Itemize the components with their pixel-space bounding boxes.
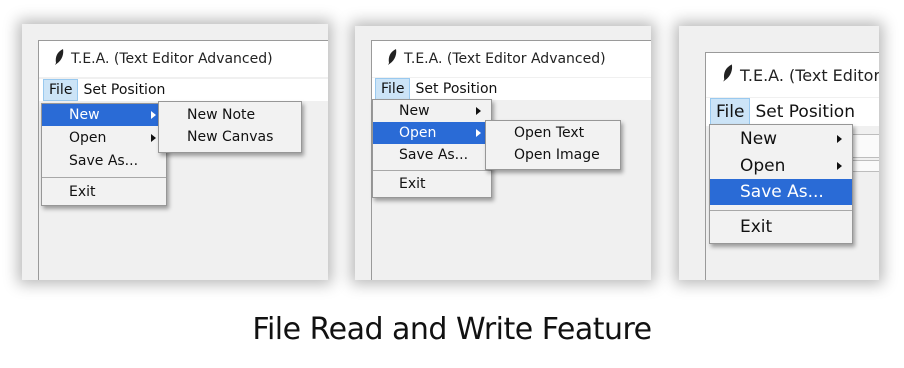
menu-item-exit[interactable]: Exit [710, 211, 852, 243]
menu-item-open[interactable]: Open [710, 152, 852, 179]
submenu-arrow-icon [476, 107, 481, 115]
window-title-bar: T.E.A. (Text Editor Advanced) [39, 41, 328, 77]
submenu-item-open-text-label: Open Text [514, 125, 585, 141]
screenshot-new-submenu: T.E.A. (Text Editor Advanced) File Set P… [22, 24, 328, 280]
new-submenu: New Note New Canvas [158, 101, 302, 153]
submenu-item-new-note-label: New Note [187, 107, 256, 123]
submenu-item-new-note[interactable]: New Note [159, 104, 301, 126]
menu-item-exit-label: Exit [399, 176, 426, 192]
submenu-arrow-icon [837, 161, 842, 170]
menu-item-save-as[interactable]: Save As... [373, 144, 491, 166]
file-menu: New Open Save As... Exit [372, 99, 492, 198]
menu-bar: File Set Position [39, 79, 328, 101]
menu-item-exit-label: Exit [69, 183, 96, 200]
submenu-arrow-icon [151, 133, 156, 142]
submenu-item-open-text[interactable]: Open Text [486, 122, 620, 144]
figure-caption: File Read and Write Feature [252, 312, 652, 347]
open-submenu: Open Text Open Image [485, 120, 621, 170]
menu-file[interactable]: File [710, 98, 751, 126]
menu-set-position[interactable]: Set Position [410, 78, 502, 100]
menu-item-save-as-label: Save As... [69, 152, 139, 169]
menu-item-save-as-label: Save As... [740, 182, 824, 202]
menu-item-save-as[interactable]: Save As... [710, 179, 852, 205]
window-title-bar: T.E.A. (Text Editor Advanced) [706, 53, 879, 97]
submenu-arrow-icon [151, 111, 156, 119]
menu-item-save-as-label: Save As... [399, 147, 469, 163]
menu-bar: File Set Position [372, 78, 651, 100]
menu-item-new-label: New [69, 107, 100, 123]
menu-item-new[interactable]: New [373, 100, 491, 122]
menu-item-new-label: New [740, 128, 778, 149]
menu-item-open-label: Open [740, 155, 786, 176]
file-menu: New Open Save As... Exit [709, 124, 853, 244]
menu-item-open-label: Open [399, 125, 437, 141]
submenu-arrow-icon [476, 129, 481, 137]
quill-icon [53, 48, 65, 70]
menu-item-exit[interactable]: Exit [373, 171, 491, 197]
menu-item-exit[interactable]: Exit [42, 178, 166, 205]
window-title: T.E.A. (Text Editor Advanced) [404, 51, 606, 67]
menu-set-position[interactable]: Set Position [78, 79, 170, 101]
menu-set-position[interactable]: Set Position [750, 98, 860, 126]
file-menu: New Open Save As... Exit [41, 103, 167, 206]
menu-item-new[interactable]: New [710, 125, 852, 152]
menu-item-open[interactable]: Open [42, 126, 166, 149]
submenu-item-new-canvas[interactable]: New Canvas [159, 126, 301, 148]
submenu-item-open-image-label: Open Image [514, 147, 600, 163]
menu-item-open-label: Open [69, 129, 107, 146]
menu-file[interactable]: File [43, 79, 79, 101]
window-title: T.E.A. (Text Editor Advanced) [740, 65, 879, 85]
screenshot-open-submenu: T.E.A. (Text Editor Advanced) File Set P… [355, 26, 651, 280]
menu-item-exit-label: Exit [740, 217, 773, 237]
submenu-arrow-icon [837, 134, 842, 143]
window-title: T.E.A. (Text Editor Advanced) [71, 51, 273, 67]
menu-file[interactable]: File [375, 78, 411, 100]
menu-bar: File Set Position [706, 98, 879, 126]
quill-icon [721, 63, 734, 87]
window-title-bar: T.E.A. (Text Editor Advanced) [372, 41, 651, 77]
menu-item-save-as[interactable]: Save As... [42, 149, 166, 172]
screenshot-save-as: T.E.A. (Text Editor Advanced) File Set P… [679, 26, 879, 280]
menu-item-new-label: New [399, 103, 430, 119]
quill-icon [386, 48, 398, 70]
menu-item-new[interactable]: New [42, 104, 166, 126]
menu-item-open[interactable]: Open [373, 122, 491, 144]
submenu-item-new-canvas-label: New Canvas [187, 129, 274, 145]
submenu-item-open-image[interactable]: Open Image [486, 144, 620, 166]
